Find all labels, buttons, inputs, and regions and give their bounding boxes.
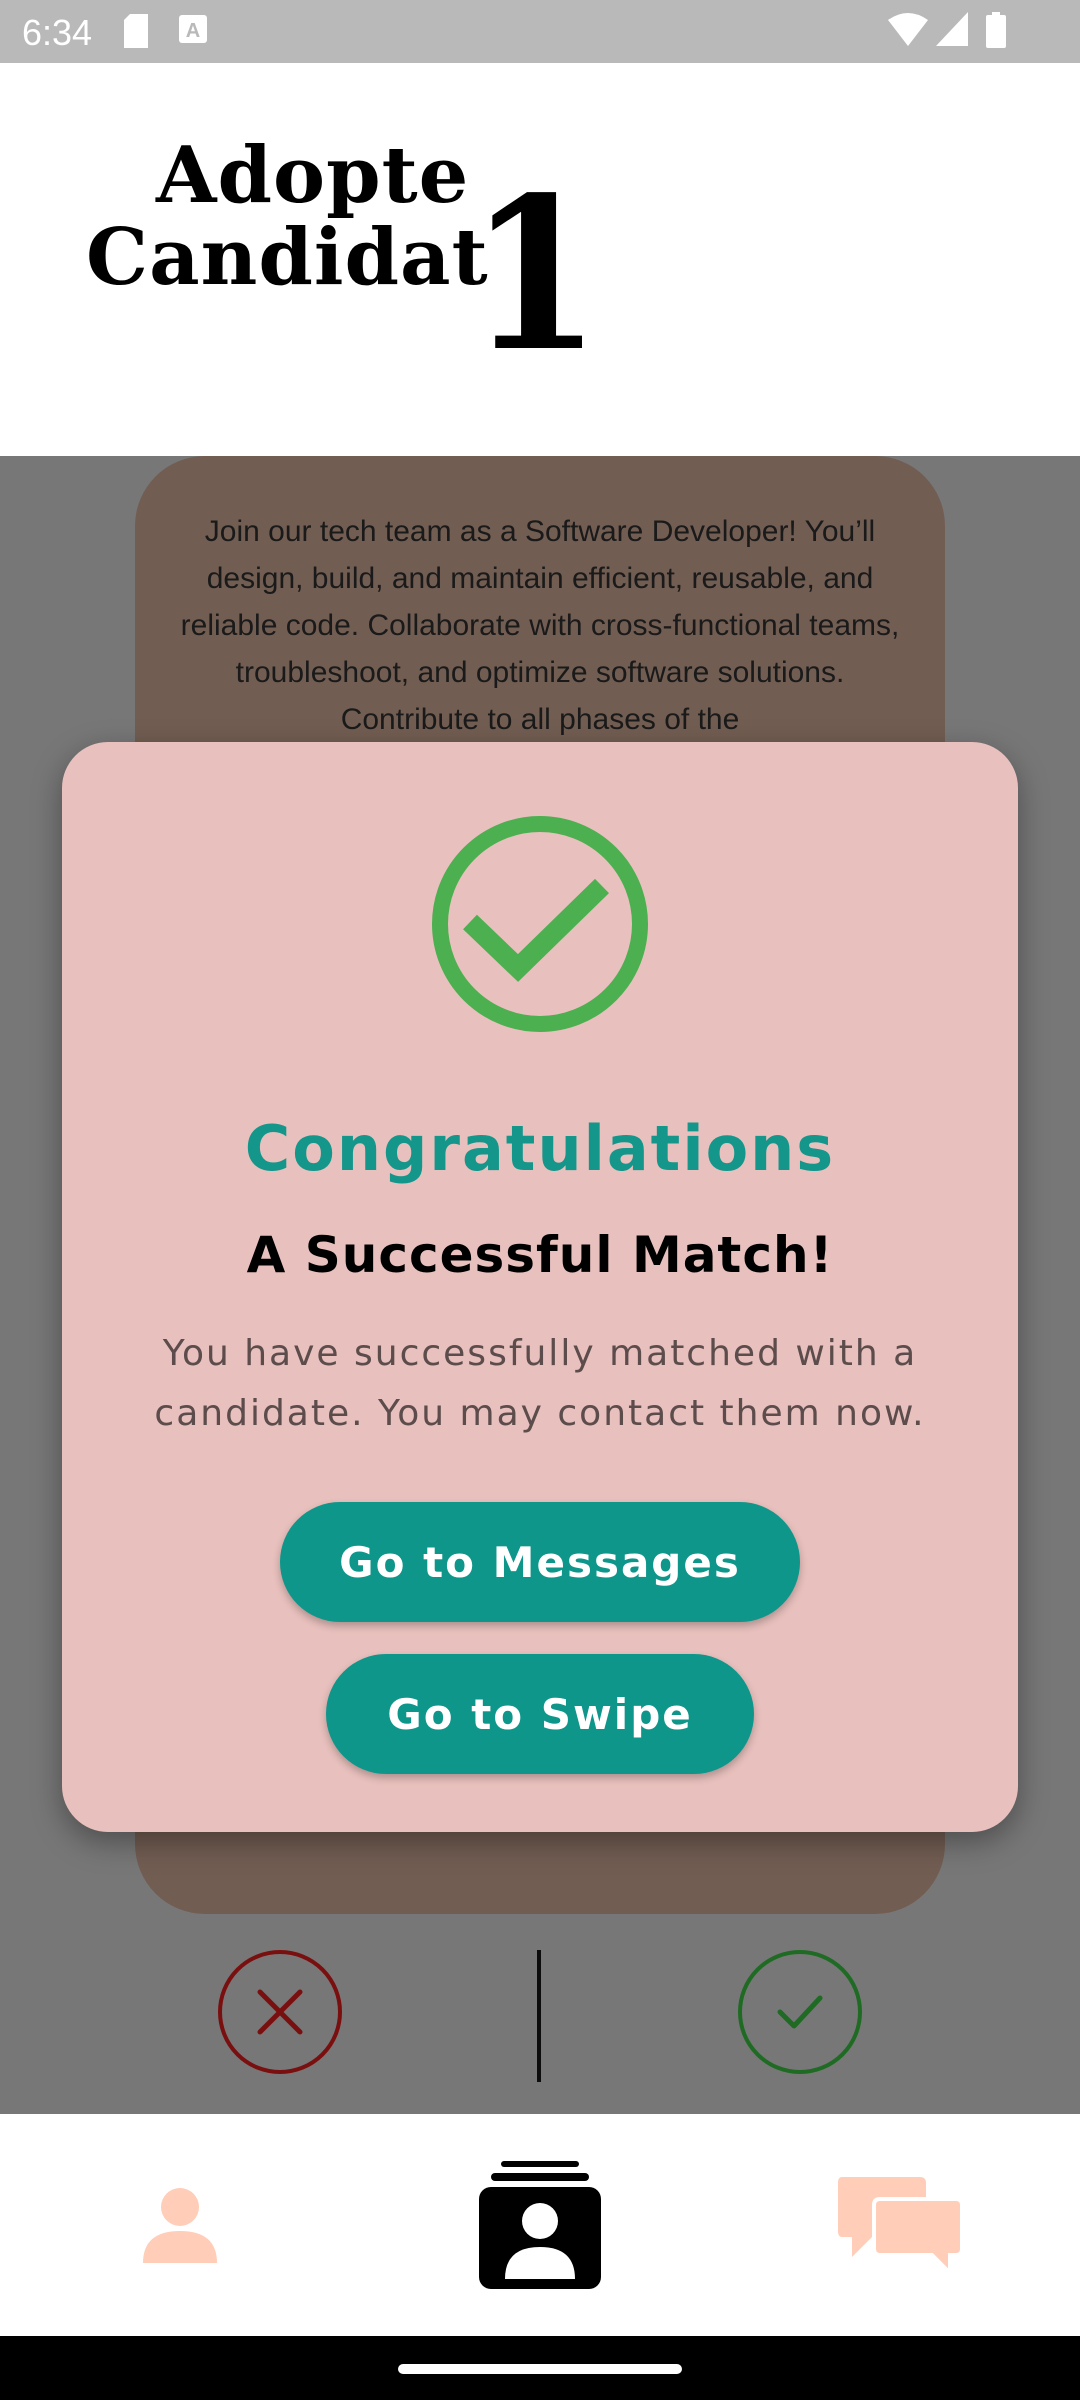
system-gesture-area	[0, 2336, 1080, 2400]
dialog-title: Congratulations	[244, 1112, 836, 1185]
accept-button[interactable]	[738, 1950, 862, 2074]
battery-icon	[986, 12, 1006, 53]
app-logo: Adopte Candidat	[86, 135, 489, 299]
swipe-actions	[0, 1950, 1080, 2090]
person-icon	[143, 2188, 217, 2263]
go-to-messages-button[interactable]: Go to Messages	[280, 1502, 800, 1622]
dialog-subtitle: A Successful Match!	[246, 1226, 834, 1284]
dialog-message: You have successfully matched with a can…	[154, 1333, 926, 1434]
bottom-navigation	[0, 2114, 1080, 2336]
chat-bubbles-icon	[838, 2177, 962, 2273]
gesture-handle[interactable]	[398, 2364, 682, 2374]
logo-line-2: Candidat	[86, 212, 489, 303]
check-icon	[777, 1995, 823, 2029]
actions-divider	[537, 1950, 541, 2082]
signal-icon	[936, 12, 968, 51]
close-icon	[257, 1989, 303, 2035]
svg-text:A: A	[186, 20, 200, 42]
reject-button[interactable]	[218, 1950, 342, 2074]
status-bar: 6:34 A	[0, 0, 1080, 63]
app-header: Adopte Candidat 1	[0, 63, 1080, 456]
nav-profile[interactable]	[120, 2114, 240, 2336]
status-time: 6:34	[22, 12, 93, 53]
job-description: Join our tech team as a Software Develop…	[180, 515, 900, 736]
match-dialog: Congratulations A Successful Match! You …	[62, 742, 1018, 1832]
go-to-swipe-button[interactable]: Go to Swipe	[326, 1654, 754, 1774]
logo-line-1: Adopte	[156, 130, 470, 221]
cards-icon	[479, 2161, 601, 2289]
wifi-icon	[888, 12, 928, 51]
logo-number: 1	[469, 151, 601, 398]
nav-messages[interactable]	[830, 2114, 970, 2336]
font-download-icon: A	[178, 14, 208, 49]
nav-swipe[interactable]	[470, 2114, 610, 2336]
check-circle-icon	[430, 814, 650, 1034]
sd-card-icon	[122, 14, 150, 53]
